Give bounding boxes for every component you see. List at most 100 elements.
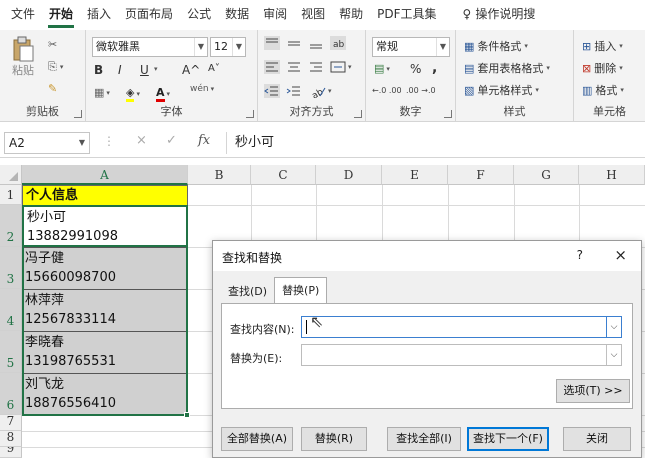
replace-all-button[interactable]: 全部替换(A) (221, 427, 293, 451)
formula-input[interactable]: 秒小可 (226, 132, 641, 154)
comma-button[interactable]: , (432, 60, 437, 76)
align-middle-button[interactable] (286, 36, 302, 50)
row-header-9[interactable]: 9 (0, 447, 22, 458)
chevron-down-icon[interactable]: ⌵ (606, 345, 621, 365)
percent-button[interactable]: % (410, 62, 421, 76)
name-box[interactable]: A2 ▼ (4, 132, 90, 154)
tab-pdf-tools[interactable]: PDF工具集 (370, 0, 443, 30)
cancel-icon[interactable]: × (136, 133, 147, 148)
align-top-button[interactable] (264, 36, 280, 50)
format-cells-button[interactable]: ▥ 格式 ▾ (582, 82, 624, 98)
replace-button[interactable]: 替换(R) (301, 427, 367, 451)
align-center-button[interactable] (286, 60, 302, 74)
bold-button[interactable]: B (94, 63, 103, 77)
increase-indent-button[interactable] (286, 84, 302, 98)
row-header-8[interactable]: 8 (0, 430, 22, 447)
column-header-e[interactable]: E (382, 165, 448, 185)
column-header-b[interactable]: B (188, 165, 251, 185)
row-header-7[interactable]: 7 (0, 414, 22, 431)
help-icon[interactable]: ? (577, 248, 583, 262)
align-right-button[interactable] (308, 60, 324, 74)
fill-color-button[interactable]: ◈ ▾ (126, 86, 140, 102)
phonetic-button[interactable]: wén ▾ (190, 84, 214, 94)
options-button[interactable]: 选项(T) >> (556, 379, 630, 403)
cell-a4[interactable]: 林萍萍 12567833114 (22, 289, 188, 331)
cell-a2[interactable]: 秒小可 13882991098 (22, 205, 188, 247)
insert-cells-button[interactable]: ⊞ 插入 ▾ (582, 38, 623, 54)
tab-find[interactable]: 查找(D) (221, 281, 274, 303)
format-painter-button[interactable]: ✎ (48, 82, 57, 95)
enter-icon[interactable]: ✓ (166, 133, 177, 148)
close-icon[interactable]: × (614, 246, 627, 264)
column-header-d[interactable]: D (316, 165, 382, 185)
shrink-font-button[interactable]: A˅ (208, 63, 220, 74)
font-name-select[interactable]: 微软雅黑 ▼ (92, 37, 208, 57)
column-header-a[interactable]: A (22, 165, 188, 185)
tab-page-layout[interactable]: 页面布局 (118, 0, 180, 30)
merge-center-button[interactable]: ▾ (330, 60, 352, 74)
column-header-f[interactable]: F (448, 165, 514, 185)
increase-decimal-button[interactable]: ←.0 .00 (372, 86, 402, 95)
cell-a1[interactable]: 个人信息 (22, 185, 188, 206)
clipboard-launcher[interactable] (74, 110, 82, 118)
close-button[interactable]: 关闭 (563, 427, 631, 451)
underline-button[interactable]: U (140, 63, 149, 77)
column-header-g[interactable]: G (514, 165, 579, 185)
cell-a6[interactable]: 刘飞龙 18876556410 (22, 373, 188, 415)
column-header-h[interactable]: H (579, 165, 645, 185)
tab-formulas[interactable]: 公式 (180, 0, 218, 30)
row-header-6[interactable]: 6 (0, 373, 22, 415)
tab-file[interactable]: 文件 (4, 0, 42, 30)
font-color-button[interactable]: A ▾ (156, 86, 170, 102)
row-header-1[interactable]: 1 (0, 185, 22, 205)
decrease-decimal-button[interactable]: .00 →.0 (406, 86, 436, 95)
insert-function-icon[interactable]: fx (198, 133, 210, 148)
italic-button[interactable]: I (118, 63, 122, 77)
find-next-button[interactable]: 查找下一个(F) (467, 427, 549, 451)
paste-button[interactable]: 粘贴 (8, 36, 38, 78)
grow-font-button[interactable]: A^ (182, 63, 200, 77)
tab-insert[interactable]: 插入 (80, 0, 118, 30)
tab-home[interactable]: 开始 (42, 0, 80, 30)
wrap-text-button[interactable]: ab (330, 36, 346, 50)
number-launcher[interactable] (444, 110, 452, 118)
dialog-titlebar[interactable]: 查找和替换 ? × (213, 241, 641, 271)
font-size-select[interactable]: 12 ▼ (210, 37, 246, 57)
tab-review[interactable]: 审阅 (256, 0, 294, 30)
tab-replace[interactable]: 替换(P) (274, 277, 328, 303)
chevron-down-icon[interactable]: ⌵ (606, 317, 621, 337)
font-launcher[interactable] (246, 110, 254, 118)
row-header-5[interactable]: 5 (0, 331, 22, 373)
copy-button[interactable]: ⎘ ▾ (48, 60, 63, 74)
tab-data[interactable]: 数据 (218, 0, 256, 30)
conditional-formatting-button[interactable]: ▦ 条件格式 ▾ (464, 38, 528, 54)
cell-a5[interactable]: 李晓春 13198765531 (22, 331, 188, 373)
decrease-indent-button[interactable] (264, 84, 280, 98)
find-all-button[interactable]: 查找全部(I) (387, 427, 461, 451)
underline-dropdown[interactable]: ▾ (154, 65, 158, 73)
number-format-select[interactable]: 常规 ▼ (372, 37, 450, 57)
row-header-3[interactable]: 3 (0, 247, 22, 289)
cell-styles-button[interactable]: ▧ 单元格样式 ▾ (464, 82, 539, 98)
tell-me-search[interactable]: ♀ 操作说明搜 (456, 0, 543, 30)
select-all-button[interactable] (0, 165, 22, 185)
orientation-button[interactable]: ab ▾ (310, 84, 331, 98)
formula-bar-grip[interactable]: ⋮ (103, 134, 115, 148)
cell-a3[interactable]: 冯子健 15660098700 (22, 247, 188, 289)
cut-button[interactable]: ✂ (48, 38, 57, 51)
fill-handle[interactable] (184, 412, 190, 418)
column-header-c[interactable]: C (251, 165, 316, 185)
align-bottom-button[interactable] (308, 36, 324, 50)
align-left-button[interactable] (264, 60, 280, 74)
row-header-2[interactable]: 2 (0, 205, 22, 247)
alignment-launcher[interactable] (354, 110, 362, 118)
format-as-table-button[interactable]: ▤ 套用表格格式 ▾ (464, 60, 550, 76)
find-what-input[interactable]: ⌵ (301, 316, 622, 338)
borders-button[interactable]: ▦ ▾ (94, 86, 110, 99)
replace-with-input[interactable]: ⌵ (301, 344, 622, 366)
currency-button[interactable]: ▤ ▾ (374, 62, 390, 75)
row-header-4[interactable]: 4 (0, 289, 22, 331)
tab-view[interactable]: 视图 (294, 0, 332, 30)
tab-help[interactable]: 帮助 (332, 0, 370, 30)
delete-cells-button[interactable]: ⊠ 删除 ▾ (582, 60, 623, 76)
